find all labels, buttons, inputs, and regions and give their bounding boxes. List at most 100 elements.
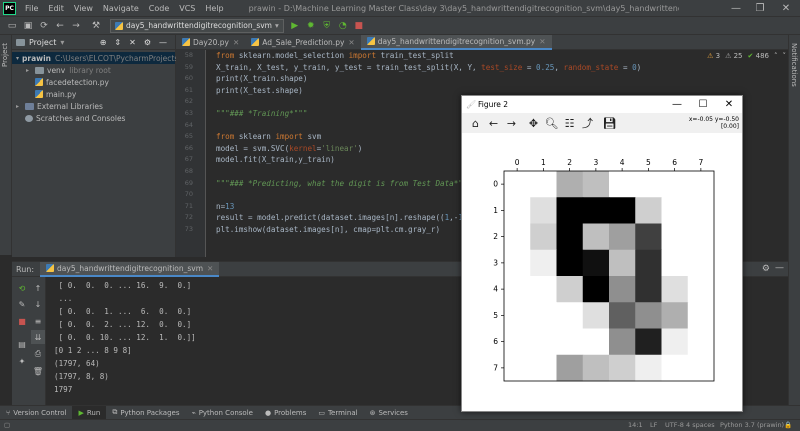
- project-tree-item[interactable]: ▾ prawin C:\Users\ELCOT\PycharmProjects\pr: [12, 52, 189, 64]
- line-ending[interactable]: LF: [650, 421, 657, 429]
- pin-icon[interactable]: ✦: [15, 354, 29, 368]
- python-file-icon: [35, 78, 43, 86]
- menu-item-help[interactable]: Help: [200, 4, 228, 13]
- coverage-icon[interactable]: ⛨: [319, 18, 335, 34]
- wrench-icon[interactable]: ✎: [15, 297, 29, 311]
- gear-icon[interactable]: ⚙: [144, 38, 151, 47]
- expand-all-icon[interactable]: ⇕: [114, 38, 121, 47]
- chevron-up-icon[interactable]: ˄: [774, 52, 778, 60]
- chevron-down-icon[interactable]: ˅: [783, 52, 787, 60]
- editor-tab[interactable]: Ad_Sale_Prediction.py ✕: [245, 35, 360, 50]
- notifications-strip-label[interactable]: Notifications: [790, 43, 798, 87]
- menu-item-file[interactable]: File: [20, 4, 43, 13]
- scroll-to-end-icon[interactable]: ⇊: [31, 330, 45, 344]
- menu-item-code[interactable]: Code: [144, 4, 174, 13]
- project-tree-item[interactable]: ▸ venv library root: [12, 64, 175, 76]
- locate-icon[interactable]: ⊕: [100, 38, 107, 47]
- digit-image-plot[interactable]: 0 1 2 3 4 5 6 7 0 1 2 3 4 5 6 7: [462, 133, 742, 411]
- editor-tab[interactable]: day5_handwrittendigitrecognition_svm.py ✕: [360, 34, 552, 50]
- sync-icon[interactable]: ⟳: [36, 18, 52, 34]
- tool-tab-run[interactable]: ▶ Run: [72, 405, 107, 420]
- tool-tab-problems[interactable]: ● Problems: [259, 406, 312, 420]
- tool-tab-label: Terminal: [327, 408, 358, 417]
- tool-tab-terminal[interactable]: ▭ Terminal: [312, 406, 363, 420]
- status-square-icon[interactable]: ▢: [4, 421, 10, 429]
- lock-icon[interactable]: 🔒: [784, 421, 792, 429]
- project-tree-item[interactable]: Scratches and Consoles: [12, 112, 175, 124]
- minimize-icon[interactable]: —: [724, 0, 748, 17]
- menu-item-view[interactable]: View: [69, 4, 98, 13]
- cursor-position[interactable]: 14:1: [628, 421, 643, 429]
- save-figure-icon[interactable]: 💾︎: [602, 116, 617, 130]
- close-tab-icon[interactable]: ✕: [207, 264, 213, 273]
- heatmap-cell: [504, 249, 531, 277]
- close-tab-icon[interactable]: ✕: [348, 38, 354, 47]
- scroll-up-icon[interactable]: ↑: [31, 281, 45, 295]
- heatmap-cell: [635, 302, 662, 329]
- tool-tab-python-console[interactable]: ⌁ Python Console: [185, 406, 259, 420]
- project-tree-item[interactable]: facedetection.py: [12, 76, 175, 88]
- restore-icon[interactable]: ❐: [748, 0, 772, 17]
- project-strip-label[interactable]: Project: [1, 43, 9, 67]
- back-arrow-icon[interactable]: ←: [486, 116, 501, 130]
- close-icon[interactable]: ✕: [716, 97, 742, 112]
- profile-icon[interactable]: ◔: [335, 18, 351, 34]
- inspection-widget[interactable]: ⚠ 3 ⚠ 25 ✔ 486 ˄ ˅: [707, 52, 786, 60]
- menu-item-navigate[interactable]: Navigate: [98, 4, 144, 13]
- save-icon[interactable]: ▣: [20, 18, 36, 34]
- scroll-down-icon[interactable]: ↓: [31, 297, 45, 311]
- menu-item-edit[interactable]: Edit: [43, 4, 69, 13]
- run-config-select[interactable]: day5_handwrittendigitrecognition_svm ▾: [110, 18, 284, 33]
- run-tab[interactable]: day5_handwrittendigitrecognition_svm ✕: [40, 261, 220, 277]
- python-interpreter[interactable]: Python 3.7 (prawin): [720, 421, 784, 429]
- chevron-right-icon[interactable]: ▸: [26, 67, 35, 74]
- chevron-down-icon[interactable]: ▾: [60, 38, 64, 47]
- scratches-icon: [25, 114, 33, 122]
- forward-icon[interactable]: →: [68, 18, 84, 34]
- heatmap-cell: [635, 328, 662, 356]
- gear-icon[interactable]: ⚙: [762, 264, 770, 274]
- close-tab-icon[interactable]: ✕: [539, 37, 545, 46]
- collapse-all-icon[interactable]: ✕: [129, 38, 136, 47]
- layout-icon[interactable]: ▤: [15, 337, 29, 351]
- code-token: result = model.predict(dataset.images[n]…: [216, 213, 445, 223]
- project-tree-item[interactable]: ▸ External Libraries: [12, 100, 175, 112]
- chevron-down-icon[interactable]: ▾: [16, 55, 19, 62]
- minimize-icon[interactable]: —: [664, 97, 690, 112]
- tool-tab-python-packages[interactable]: ⧉ Python Packages: [106, 406, 185, 420]
- home-icon[interactable]: ⌂: [468, 116, 483, 130]
- maximize-icon[interactable]: ☐: [690, 97, 716, 112]
- project-tree-item[interactable]: main.py: [12, 88, 175, 100]
- project-tree-extra: C:\Users\ELCOT\PycharmProjects\pr: [54, 53, 189, 63]
- hide-panel-icon[interactable]: —: [775, 263, 784, 273]
- tool-tab-version-control[interactable]: ⑂ Version Control: [0, 406, 72, 420]
- back-icon[interactable]: ←: [52, 18, 68, 34]
- debug-icon[interactable]: ✹: [303, 18, 319, 34]
- hammer-icon[interactable]: ⚒: [88, 18, 104, 34]
- rerun-icon[interactable]: ⟲: [15, 281, 29, 295]
- zoom-icon[interactable]: 🔍︎: [544, 116, 559, 130]
- folder-open-icon[interactable]: ▭: [4, 18, 20, 34]
- configure-subplots-icon[interactable]: ☷: [562, 116, 577, 130]
- editor-tab[interactable]: Day20.py ✕: [176, 35, 245, 50]
- project-folder-icon: [16, 38, 25, 46]
- trash-icon[interactable]: 🗑: [31, 364, 45, 378]
- print-icon[interactable]: ⎙: [31, 347, 45, 361]
- forward-arrow-icon[interactable]: →: [504, 116, 519, 130]
- code-token: 'linear': [321, 143, 358, 153]
- hide-panel-icon[interactable]: —: [159, 38, 167, 47]
- tool-tab-services[interactable]: ⊛ Services: [364, 406, 414, 420]
- chevron-right-icon[interactable]: ▸: [16, 103, 25, 110]
- pan-icon[interactable]: ✥: [526, 116, 541, 130]
- edit-axis-icon[interactable]: ⤴: [580, 116, 595, 130]
- stop-icon[interactable]: ■: [351, 18, 367, 34]
- indent-setting[interactable]: 4 spaces: [686, 421, 715, 429]
- stop-icon[interactable]: ■: [15, 314, 29, 328]
- run-icon[interactable]: ▶: [287, 18, 303, 34]
- close-tab-icon[interactable]: ✕: [233, 38, 239, 47]
- menu-item-vcs[interactable]: VCS: [174, 4, 200, 13]
- soft-wrap-icon[interactable]: ≡: [31, 314, 45, 328]
- project-panel-title[interactable]: Project: [29, 38, 56, 47]
- file-encoding[interactable]: UTF-8: [665, 421, 684, 429]
- close-icon[interactable]: ✕: [774, 0, 798, 17]
